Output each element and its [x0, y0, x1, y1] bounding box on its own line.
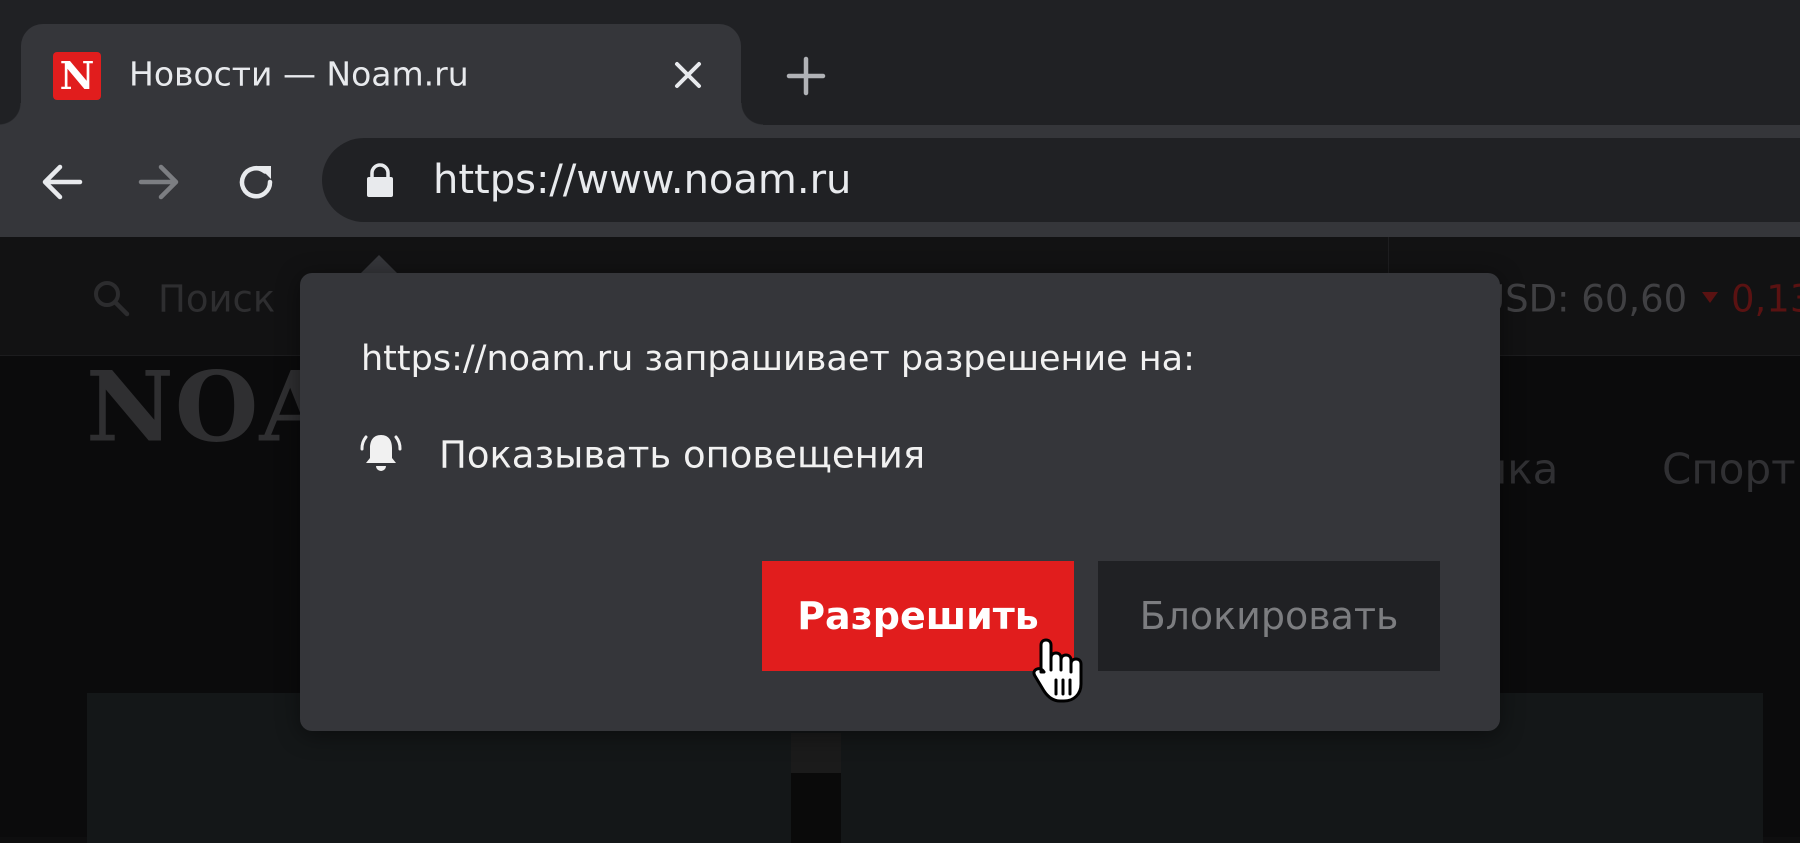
arrow-left-icon[interactable] [40, 160, 84, 204]
bell-icon [360, 435, 402, 471]
permission-prompt: https://noam.ru запрашивает разрешение н… [300, 273, 1500, 731]
lock-icon[interactable] [364, 162, 396, 198]
permission-label: Показывать оповещения [439, 433, 926, 477]
allow-button[interactable]: Разрешить [762, 561, 1074, 671]
block-button[interactable]: Блокировать [1098, 561, 1440, 671]
currency-change: 0,13 [1731, 277, 1800, 321]
site-search-input: Поиск [158, 277, 276, 321]
hand-cursor-icon [1032, 638, 1083, 703]
arrow-right-icon[interactable] [137, 160, 181, 204]
site-favicon: N [53, 52, 101, 100]
currency-down-icon [1702, 292, 1718, 303]
address-url[interactable]: https://www.noam.ru [433, 157, 851, 203]
prompt-title: https://noam.ru запрашивает разрешение н… [361, 339, 1195, 379]
hero-image-object-top [791, 733, 841, 773]
currency-rate: USD: 60,60 [1478, 277, 1688, 321]
browser-tab[interactable]: N Новости — Noam.ru [0, 24, 763, 125]
reload-icon[interactable] [234, 160, 278, 204]
site-nav-item-sport: Спорт [1662, 444, 1796, 494]
prompt-pointer [360, 255, 398, 274]
search-icon [94, 281, 130, 317]
close-icon[interactable] [671, 58, 705, 92]
tab-title: Новости — Noam.ru [129, 54, 469, 94]
plus-icon[interactable] [785, 55, 827, 97]
site-logo: NOA [86, 350, 335, 464]
